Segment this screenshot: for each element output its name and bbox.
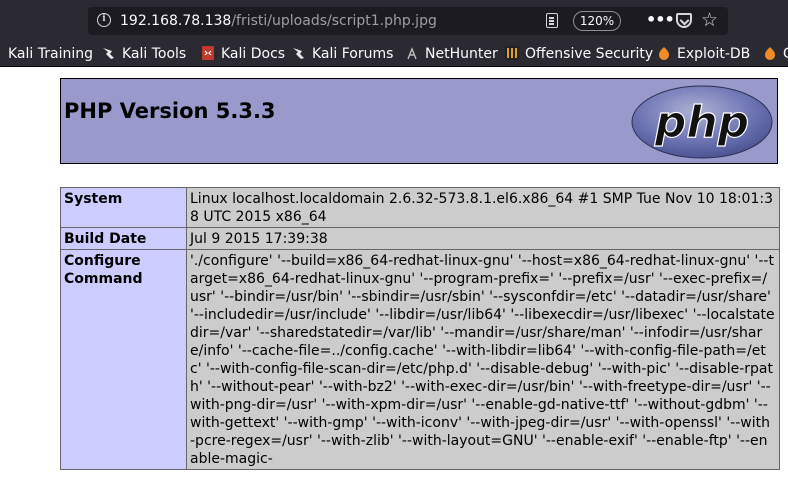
bookmark-label: G	[783, 46, 788, 62]
bookmark-nethunter[interactable]: NetHunter	[405, 42, 498, 66]
more-actions-icon[interactable]: •••	[646, 12, 675, 28]
browser-toolbar: i 192.168.78.138/fristi/uploads/script1.…	[0, 0, 788, 42]
row-key: System	[60, 187, 187, 228]
bookmark-kali-forums[interactable]: Kali Forums	[292, 42, 393, 66]
phpinfo-table-wrapper: System Linux localhost.localdomain 2.6.3…	[60, 187, 780, 470]
kali-docs-icon	[202, 46, 214, 60]
kali-dragon-icon	[103, 48, 114, 59]
table-row: System Linux localhost.localdomain 2.6.3…	[60, 187, 780, 228]
nethunter-icon	[407, 47, 417, 60]
bookmark-kali-docs[interactable]: Kali Docs	[201, 42, 285, 66]
bookmark-label: NetHunter	[425, 46, 498, 62]
site-info-icon[interactable]: i	[97, 13, 111, 27]
bookmark-offensive-security[interactable]: Offensive Security	[505, 42, 653, 66]
bookmark-label: Kali Training	[8, 46, 93, 62]
offsec-icon	[505, 46, 519, 60]
row-value: './configure' '--build=x86_64-redhat-lin…	[186, 249, 780, 470]
row-value: Linux localhost.localdomain 2.6.32-573.8…	[186, 187, 780, 228]
bookmark-star-icon[interactable]: ☆	[701, 9, 718, 31]
url-path: /fristi/uploads/script1.php.jpg	[231, 13, 437, 29]
bookmark-exploit-db[interactable]: Exploit-DB	[657, 42, 750, 66]
php-logo-text: php	[654, 97, 749, 148]
bookmark-label: Kali Tools	[122, 46, 187, 62]
table-row: Configure Command './configure' '--build…	[60, 249, 780, 470]
reader-view-icon[interactable]	[546, 13, 558, 28]
row-value: Jul 9 2015 17:39:38	[186, 227, 780, 250]
bookmark-kali-tools[interactable]: Kali Tools	[102, 42, 186, 66]
kali-dragon-icon	[293, 48, 304, 59]
url-text[interactable]: 192.168.78.138/fristi/uploads/script1.ph…	[120, 11, 437, 31]
exploit-db-icon	[659, 47, 669, 60]
bookmark-label: Kali Docs	[221, 46, 286, 62]
exploit-db-icon	[765, 47, 775, 60]
phpinfo-table: System Linux localhost.localdomain 2.6.3…	[60, 187, 780, 470]
url-host: 192.168.78.138	[120, 13, 232, 29]
php-logo: php	[631, 85, 773, 159]
zoom-level-button[interactable]: 120%	[573, 11, 621, 31]
bookmarks-bar: Kali Training Kali Tools Kali Docs Kali …	[0, 42, 788, 67]
row-key: Build Date	[60, 227, 187, 250]
table-row: Build Date Jul 9 2015 17:39:38	[60, 227, 780, 250]
page-title: PHP Version 5.3.3	[64, 99, 276, 123]
row-key: Configure Command	[60, 249, 187, 470]
bookmark-label: Offensive Security	[525, 46, 654, 62]
bookmark-label: Kali Forums	[312, 46, 394, 62]
bookmark-label: Exploit-DB	[677, 46, 751, 62]
bookmark-overflow[interactable]: G	[763, 42, 788, 66]
bookmark-kali-training[interactable]: Kali Training	[0, 42, 93, 66]
